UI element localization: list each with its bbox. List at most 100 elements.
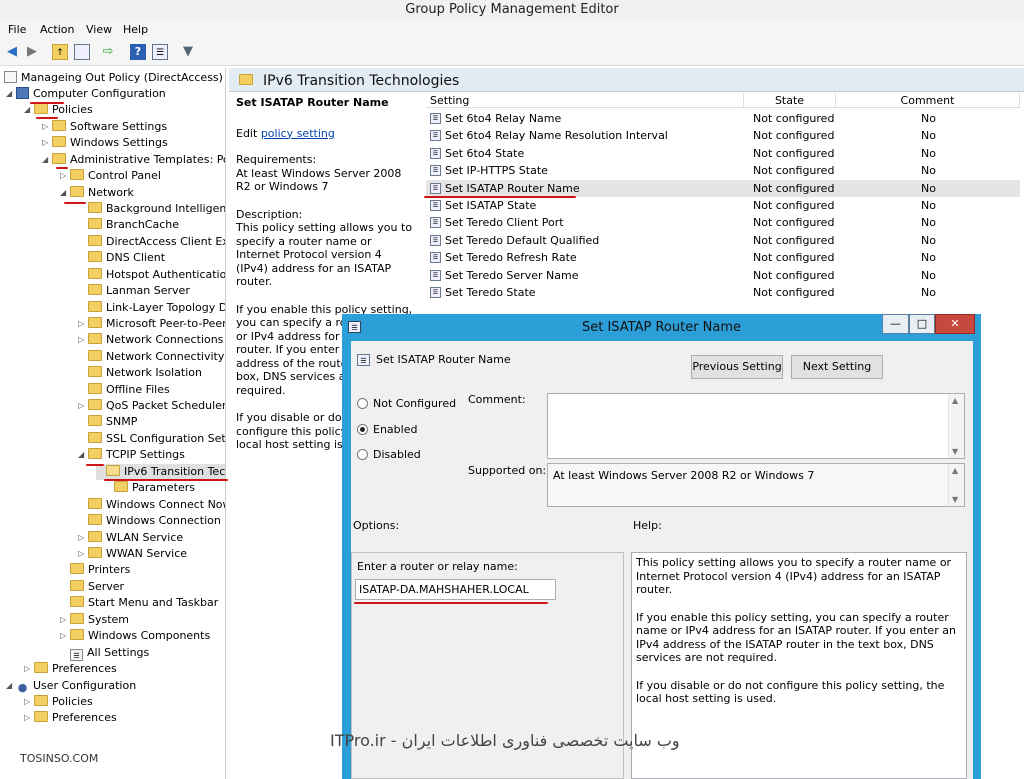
edit-policy-link[interactable]: policy setting — [261, 127, 335, 140]
column-header-comment[interactable]: Comment — [836, 93, 1020, 108]
table-row[interactable]: ☰ Set 6to4 State Not configured No — [426, 145, 1020, 162]
collapse-arrow-icon[interactable]: ◢ — [60, 185, 70, 201]
menu-action[interactable]: Action — [40, 23, 74, 36]
expand-arrow-icon[interactable]: ▷ — [78, 530, 88, 546]
scroll-down-icon[interactable]: ▼ — [952, 495, 958, 504]
tree-software-settings[interactable]: ▷ Software Settings — [42, 119, 167, 135]
tree-network-item[interactable]: SNMP — [78, 414, 137, 430]
tree-administrative-templates[interactable]: ◢ Administrative Templates: Polic — [42, 152, 225, 168]
up-folder-icon[interactable]: ↑ — [52, 44, 68, 60]
back-arrow-icon[interactable]: ◀ — [4, 44, 20, 60]
tree-user-configuration[interactable]: ◢ ● User Configuration — [6, 678, 136, 694]
column-header-setting[interactable]: Setting — [426, 93, 744, 108]
menu-view[interactable]: View — [86, 23, 112, 36]
tree-network-item[interactable]: Offline Files — [78, 382, 170, 398]
tree-user-policies[interactable]: ▷ Policies — [24, 694, 93, 710]
menu-file[interactable]: File — [8, 23, 26, 36]
table-row[interactable]: ☰ Set Teredo Refresh Rate Not configured No — [426, 249, 1020, 266]
radio-enabled[interactable]: Enabled — [357, 423, 417, 436]
collapse-arrow-icon[interactable]: ◢ — [42, 152, 52, 168]
tree-parameters[interactable]: Parameters — [114, 480, 195, 496]
table-row[interactable]: ☰ Set 6to4 Relay Name Not configured No — [426, 110, 1020, 127]
table-row[interactable]: ☰ Set 6to4 Relay Name Resolution Interval… — [426, 127, 1020, 144]
tree-network-item[interactable]: Network Isolation — [78, 365, 202, 381]
properties-icon[interactable]: ☰ — [152, 44, 168, 60]
tree-network-item[interactable]: DNS Client — [78, 250, 165, 266]
tree-network-item[interactable]: SSL Configuration Settin — [78, 431, 225, 447]
tree-control-panel[interactable]: ▷ Control Panel — [60, 168, 161, 184]
tree-admin-item[interactable]: Printers — [60, 562, 130, 578]
close-button[interactable]: ✕ — [935, 314, 975, 334]
tree-network-item[interactable]: Hotspot Authentication — [78, 267, 225, 283]
expand-arrow-icon[interactable]: ▷ — [78, 332, 88, 348]
table-row[interactable]: ☰ Set ISATAP State Not configured No — [426, 197, 1020, 214]
collapse-arrow-icon[interactable]: ◢ — [6, 678, 16, 694]
tree-policies[interactable]: ◢ Policies — [24, 102, 93, 118]
menu-help[interactable]: Help — [123, 23, 148, 36]
tree-network-item[interactable]: Background Intelligent T — [78, 201, 225, 217]
tree-network-item[interactable]: Windows Connect Now — [78, 497, 225, 513]
tree-root[interactable]: Manageing Out Policy (DirectAccess) [AD- — [4, 70, 225, 86]
radio-not-configured[interactable]: Not Configured — [357, 397, 456, 410]
minimize-button[interactable]: — — [882, 314, 909, 334]
tree-network-item[interactable]: Link-Layer Topology Dis — [78, 300, 225, 316]
table-row[interactable]: ☰ Set Teredo Default Qualified Not configu… — [426, 232, 1020, 249]
scroll-up-icon[interactable]: ▲ — [952, 466, 958, 475]
comment-textarea[interactable]: ▲ ▼ — [547, 393, 965, 459]
expand-arrow-icon[interactable]: ▷ — [24, 694, 34, 710]
forward-arrow-icon[interactable]: ▶ — [24, 44, 40, 60]
tree-network-item[interactable]: ▷ Microsoft Peer-to-Peer N — [78, 316, 225, 332]
tree-all-settings[interactable]: ☰ All Settings — [60, 645, 149, 661]
table-row[interactable]: ☰ Set Teredo State Not configured No — [426, 284, 1020, 301]
expand-arrow-icon[interactable]: ▷ — [60, 628, 70, 644]
show-hide-tree-icon[interactable] — [74, 44, 90, 60]
collapse-arrow-icon[interactable]: ◢ — [24, 102, 34, 118]
expand-arrow-icon[interactable]: ▷ — [78, 398, 88, 414]
tree-tcpip-settings[interactable]: ◢ TCPIP Settings — [78, 447, 185, 463]
tree-network-item[interactable]: Windows Connection M — [78, 513, 225, 529]
scrollbar[interactable]: ▲ ▼ — [948, 464, 964, 506]
help-icon[interactable]: ? — [130, 44, 146, 60]
tree-admin-item[interactable]: Server — [60, 579, 124, 595]
radio-disabled[interactable]: Disabled — [357, 448, 421, 461]
tree-network-item[interactable]: BranchCache — [78, 217, 179, 233]
tree-network-item[interactable]: Network Connectivity St — [78, 349, 225, 365]
tree-windows-settings[interactable]: ▷ Windows Settings — [42, 135, 168, 151]
expand-arrow-icon[interactable]: ▷ — [42, 119, 52, 135]
table-row[interactable]: ☰ Set Teredo Client Port Not configured No — [426, 214, 1020, 231]
maximize-button[interactable]: □ — [909, 314, 935, 334]
scrollbar[interactable]: ▲ ▼ — [948, 394, 964, 458]
expand-arrow-icon[interactable]: ▷ — [78, 316, 88, 332]
tree-admin-item[interactable]: ▷ System — [60, 612, 129, 628]
tree-network-item[interactable]: ▷ QoS Packet Scheduler — [78, 398, 225, 414]
expand-arrow-icon[interactable]: ▷ — [78, 546, 88, 562]
column-header-state[interactable]: State — [744, 93, 836, 108]
export-list-icon[interactable]: ⇨ — [100, 44, 116, 60]
expand-arrow-icon[interactable]: ▷ — [24, 710, 34, 726]
scroll-down-icon[interactable]: ▼ — [952, 447, 958, 456]
tree-network-item[interactable]: ▷ WLAN Service — [78, 530, 183, 546]
tree-network-item[interactable]: ▷ Network Connections — [78, 332, 223, 348]
filter-icon[interactable]: ▼ — [180, 44, 196, 60]
tree-network-item[interactable]: DirectAccess Client Expe — [78, 234, 225, 250]
tree-network-item[interactable]: ▷ WWAN Service — [78, 546, 187, 562]
table-row[interactable]: ☰ Set ISATAP Router Name Not configured No — [426, 179, 1020, 197]
collapse-arrow-icon[interactable]: ◢ — [78, 447, 88, 463]
tree-ipv6-transition[interactable]: IPv6 Transition Tech — [96, 464, 225, 480]
tree-network-item[interactable]: Lanman Server — [78, 283, 190, 299]
tree-admin-item[interactable]: ▷ Windows Components — [60, 628, 210, 644]
previous-setting-button[interactable]: Previous Setting — [691, 355, 783, 379]
expand-arrow-icon[interactable]: ▷ — [60, 168, 70, 184]
router-name-input[interactable]: ISATAP-DA.MAHSHAHER.LOCAL — [355, 579, 556, 600]
expand-arrow-icon[interactable]: ▷ — [24, 661, 34, 677]
tree-user-preferences[interactable]: ▷ Preferences — [24, 710, 117, 726]
scroll-up-icon[interactable]: ▲ — [952, 396, 958, 405]
tree-computer-configuration[interactable]: ◢ Computer Configuration — [6, 86, 166, 102]
tree-preferences[interactable]: ▷ Preferences — [24, 661, 117, 677]
tree-network[interactable]: ◢ Network — [60, 185, 134, 201]
table-row[interactable]: ☰ Set IP-HTTPS State Not configured No — [426, 162, 1020, 179]
expand-arrow-icon[interactable]: ▷ — [42, 135, 52, 151]
table-row[interactable]: ☰ Set Teredo Server Name Not configured No — [426, 267, 1020, 284]
next-setting-button[interactable]: Next Setting — [791, 355, 883, 379]
collapse-arrow-icon[interactable]: ◢ — [6, 86, 16, 102]
